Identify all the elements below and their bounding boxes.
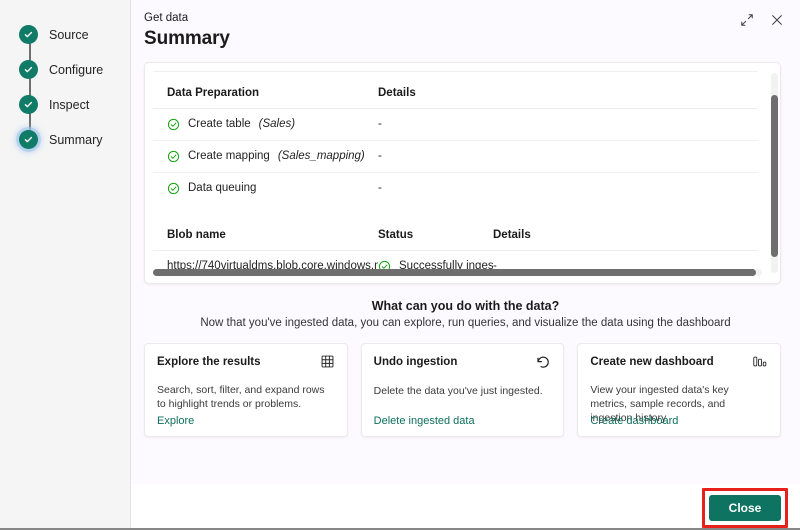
sidebar-item-label: Source xyxy=(49,27,89,42)
prep-step-details: - xyxy=(378,182,382,194)
step-complete-icon xyxy=(19,25,38,44)
column-header-status: Status xyxy=(378,217,493,251)
horizontal-scrollbar-thumb[interactable] xyxy=(153,269,756,276)
step-complete-icon xyxy=(19,95,38,114)
prep-step-name: Create table xyxy=(188,118,251,130)
check-circle-icon xyxy=(167,150,180,163)
close-icon[interactable] xyxy=(768,11,786,29)
card-create-new-dashboard[interactable]: Create new dashboard View your ingested … xyxy=(577,343,782,437)
column-header-blob-name: Blob name xyxy=(153,217,378,251)
table-row[interactable]: Data queuing - xyxy=(153,172,758,204)
expand-icon[interactable] xyxy=(738,11,756,29)
wizard-steps: Source Configure Inspect Summary xyxy=(0,0,130,157)
close-button-highlight: Close xyxy=(702,487,788,528)
sidebar-item-inspect[interactable]: Inspect xyxy=(0,87,130,122)
table-row[interactable]: https://740virtualdms.blob.core.windows.… xyxy=(153,250,758,282)
table-grid-icon xyxy=(320,354,335,374)
sidebar-item-label: Inspect xyxy=(49,97,90,112)
sidebar-item-label: Configure xyxy=(49,62,104,77)
wizard-rail: Source Configure Inspect Summary xyxy=(0,0,131,530)
card-title: Create new dashboard xyxy=(590,356,714,368)
dialog-header-actions xyxy=(738,11,786,29)
undo-arrow-icon xyxy=(535,354,551,375)
card-link-explore[interactable]: Explore xyxy=(157,415,194,427)
get-data-summary-dialog: Source Configure Inspect Summary Get dat… xyxy=(0,0,800,530)
vertical-scrollbar-thumb[interactable] xyxy=(771,95,778,257)
bar-chart-icon xyxy=(752,354,768,374)
prep-table-header-row: Data Preparation Details xyxy=(153,75,758,109)
cta-section: What can you do with the data? Now that … xyxy=(131,298,800,332)
blob-name-cell: https://740virtualdms.blob.core.windows.… xyxy=(167,260,378,272)
column-header-details: Details xyxy=(378,75,493,109)
dialog-footer: Close xyxy=(131,484,800,530)
column-header-data-preparation: Data Preparation xyxy=(153,75,378,109)
vertical-scrollbar[interactable] xyxy=(771,73,778,273)
prep-step-details: - xyxy=(378,140,493,173)
table-row[interactable]: Create mapping (Sales_mapping) - xyxy=(153,140,758,173)
cta-title: What can you do with the data? xyxy=(371,299,560,313)
summary-table-card: Data Preparation Details Create table (S… xyxy=(144,62,781,284)
blob-table-header-row: Blob name Status Details xyxy=(153,217,758,251)
page-title: Summary xyxy=(144,28,230,49)
option-cards: Explore the results Search, sort, filter… xyxy=(144,343,782,437)
card-description: Search, sort, filter, and expand rows to… xyxy=(157,384,325,410)
prep-step-detail: (Sales) xyxy=(258,118,296,130)
prep-step-name: Data queuing xyxy=(188,182,257,194)
sidebar-item-label: Summary xyxy=(49,132,103,147)
table-row[interactable]: Create table (Sales) - xyxy=(153,108,758,141)
section-gap-row xyxy=(153,204,758,218)
card-description: Delete the data you've just ingested. xyxy=(373,385,543,397)
step-complete-icon xyxy=(19,60,38,79)
card-link-create-dashboard[interactable]: Create dashboard xyxy=(590,415,678,427)
prep-step-name: Create mapping xyxy=(188,150,270,162)
column-header-blob-details: Details xyxy=(493,217,758,251)
summary-table: Data Preparation Details Create table (S… xyxy=(153,71,758,282)
blob-details-cell: - xyxy=(493,260,497,272)
card-undo-ingestion[interactable]: Undo ingestion Delete the data you've ju… xyxy=(360,343,565,437)
sidebar-item-source[interactable]: Source xyxy=(0,17,130,52)
dialog-main: Get data Summary Data Preparation Detail… xyxy=(131,0,800,530)
card-title: Undo ingestion xyxy=(373,356,458,368)
cta-subtitle: Now that you've ingested data, you can e… xyxy=(200,317,731,329)
summary-table-scroll-area: Data Preparation Details Create table (S… xyxy=(153,71,772,283)
card-link-delete-ingested-data[interactable]: Delete ingested data xyxy=(374,415,475,427)
step-active-icon xyxy=(19,130,38,149)
sidebar-item-configure[interactable]: Configure xyxy=(0,52,130,87)
close-button[interactable]: Close xyxy=(709,494,781,521)
summary-table-card-wrapper: Data Preparation Details Create table (S… xyxy=(144,62,781,284)
prep-step-details: - xyxy=(378,108,493,141)
sidebar-item-summary[interactable]: Summary xyxy=(0,122,130,157)
check-circle-icon xyxy=(167,182,180,195)
card-title: Explore the results xyxy=(157,356,261,368)
dialog-header: Get data Summary xyxy=(131,0,800,52)
breadcrumb: Get data xyxy=(144,12,189,24)
card-explore-the-results[interactable]: Explore the results Search, sort, filter… xyxy=(144,343,348,437)
check-circle-icon xyxy=(167,118,180,131)
horizontal-scrollbar[interactable] xyxy=(153,269,762,276)
prep-step-detail: (Sales_mapping) xyxy=(277,150,365,162)
